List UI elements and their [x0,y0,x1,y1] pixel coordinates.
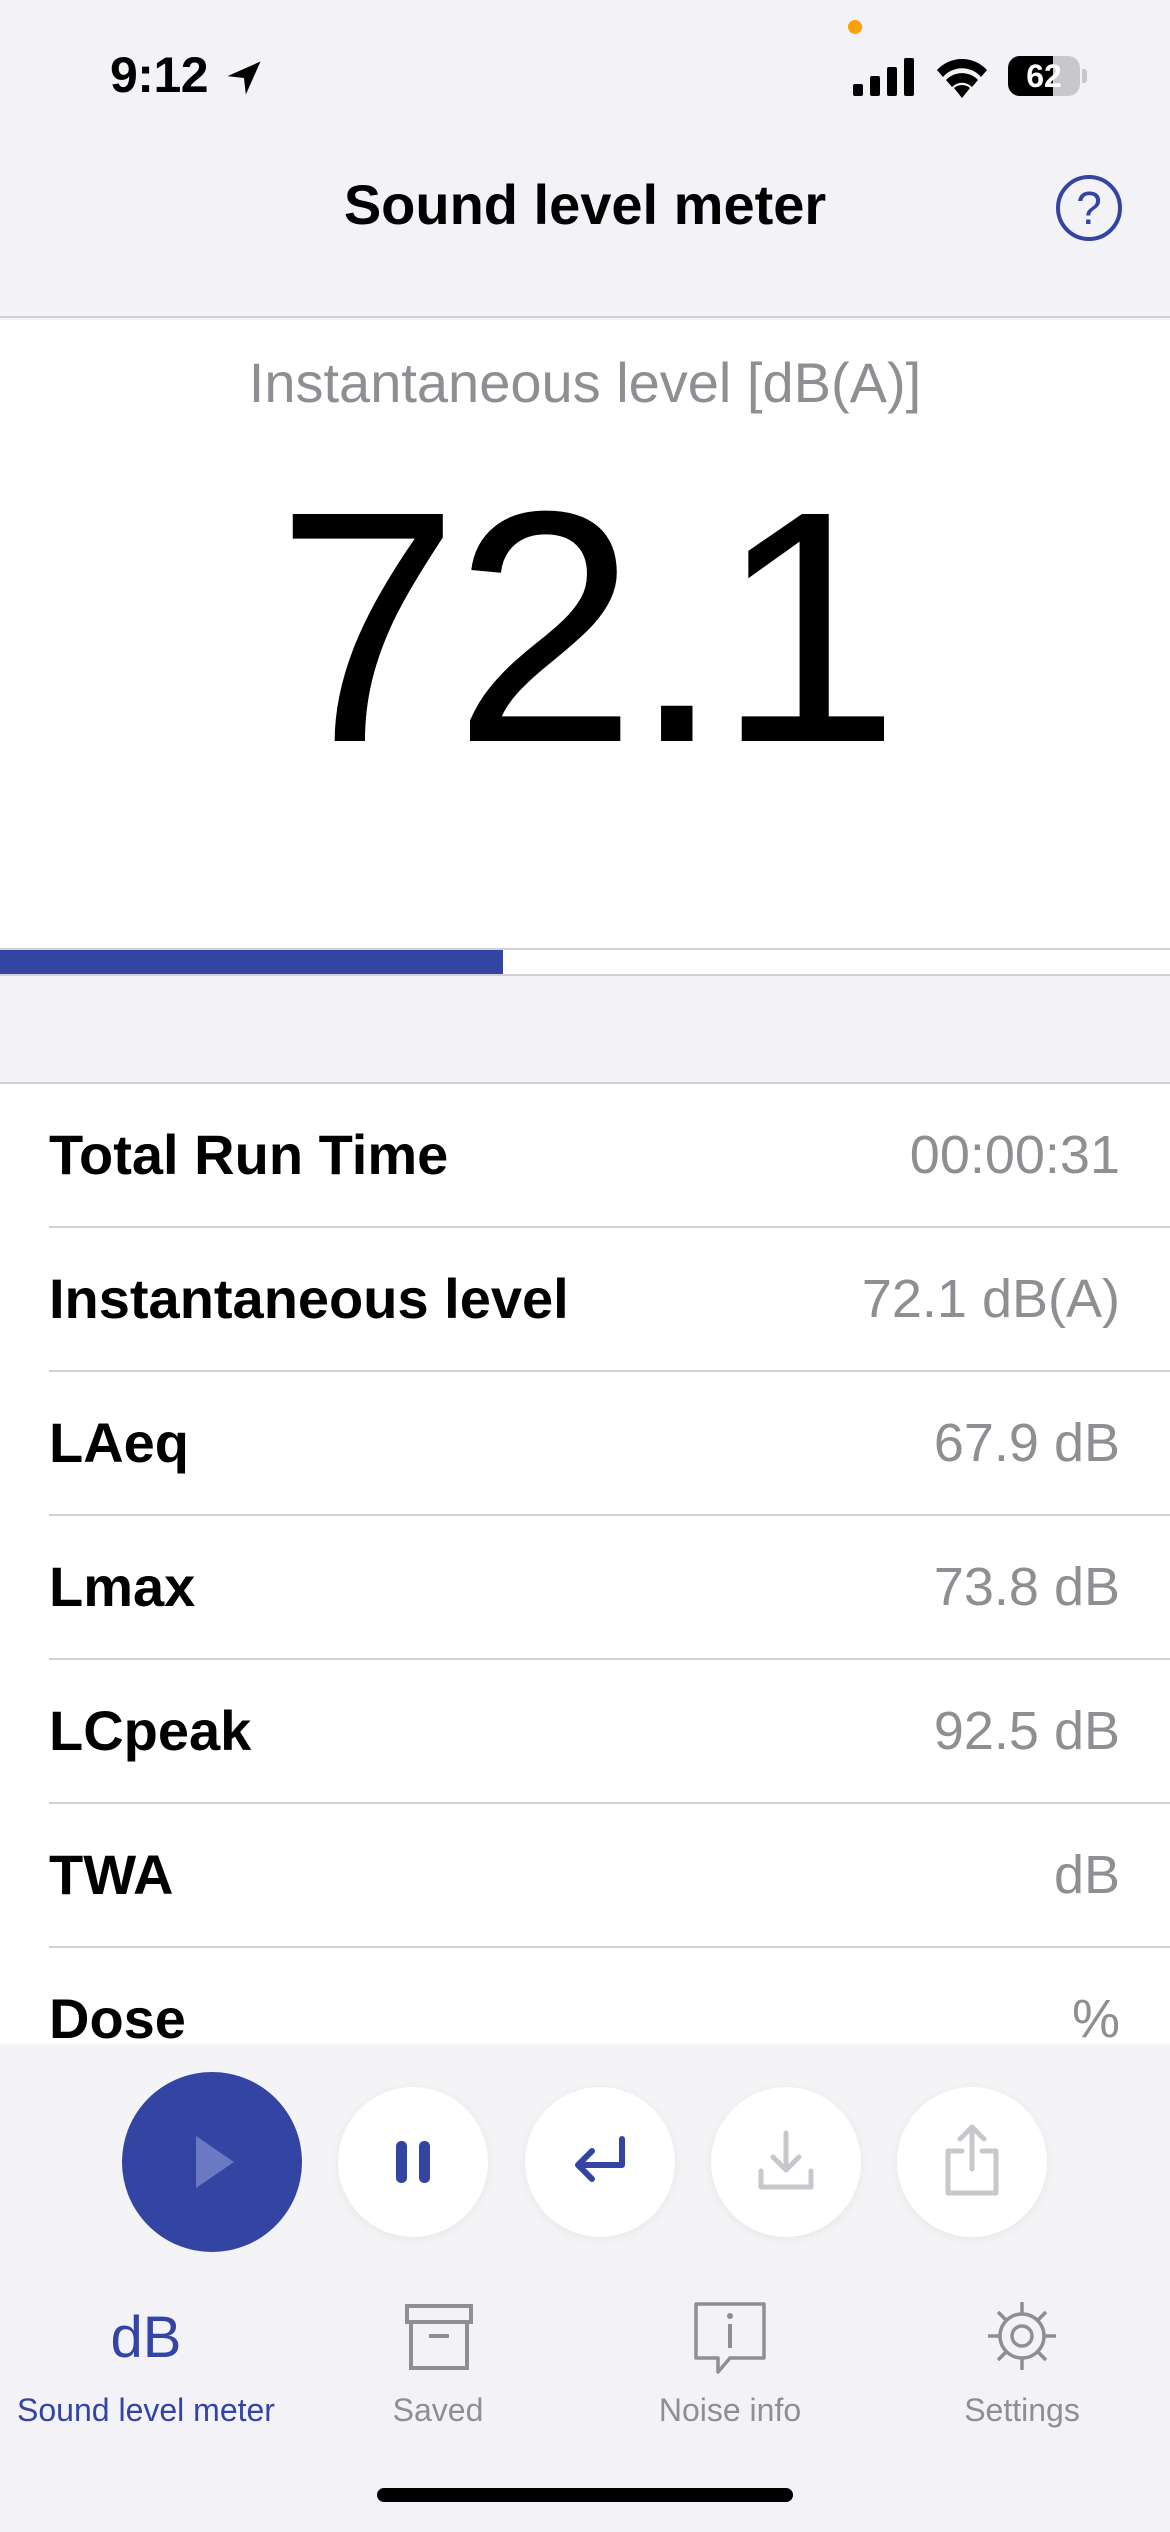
pause-icon [396,2141,430,2183]
download-icon [758,2130,814,2190]
gear-icon [988,2302,1056,2370]
metric-label: Total Run Time [49,1123,449,1186]
tab-label: Saved [392,2392,484,2428]
metric-value: 92.5 dB [933,1701,1120,1761]
metric-label: LAeq [49,1411,189,1474]
navigation-bar: Sound level meter ? [0,150,1170,318]
metric-value: 00:00:31 [909,1125,1120,1185]
metric-row-lmax: Lmax 73.8 dB [49,1516,1170,1660]
level-bar [0,948,1170,976]
share-button[interactable] [897,2087,1047,2237]
metric-row-lcpeak: LCpeak 92.5 dB [49,1660,1170,1804]
tab-label: Noise info [658,2392,802,2428]
db-text-icon: dB [110,2305,182,2370]
meter-card: Instantaneous level [dB(A)] 72.1 [0,320,1170,976]
meter-value: 72.1 [275,442,900,811]
microphone-indicator-dot [848,20,862,34]
help-button[interactable]: ? [1056,175,1122,241]
page-title: Sound level meter [343,173,827,236]
metric-row-twa: TWA dB [49,1804,1170,1948]
archive-box-icon [405,2304,473,2370]
battery-percentage: 62 [1026,58,1062,94]
tab-noise-info[interactable]: Noise info [584,2284,876,2434]
play-button[interactable] [122,2072,302,2252]
metric-value: 73.8 dB [933,1557,1120,1617]
reset-button[interactable] [525,2087,675,2237]
wifi-icon [937,59,987,98]
tab-sound-level-meter[interactable]: dB Sound level meter [0,2284,292,2434]
share-icon [945,2124,999,2196]
metric-value: dB [1053,1845,1120,1905]
level-bar-fill [0,950,504,974]
control-bar [0,2044,1170,2284]
metric-label: Instantaneous level [49,1267,569,1330]
home-indicator[interactable] [377,2488,793,2502]
metric-value: 67.9 dB [933,1413,1120,1473]
metric-label: LCpeak [49,1699,252,1762]
question-circle-icon: ? [1076,182,1102,234]
info-bubble-icon [694,2302,766,2374]
battery-icon: 62 [1008,56,1087,96]
tab-settings[interactable]: Settings [876,2284,1168,2434]
metric-row-total-run-time: Total Run Time 00:00:31 [49,1084,1170,1228]
metrics-list[interactable]: Total Run Time 00:00:31 Instantaneous le… [0,1082,1170,2044]
meter-label: Instantaneous level [dB(A)] [248,351,922,414]
pause-button[interactable] [338,2087,488,2237]
metric-value: 72.1 dB(A) [861,1269,1120,1329]
save-button[interactable] [711,2087,861,2237]
metric-label: TWA [49,1843,174,1906]
metric-row-dose: Dose % [49,1948,1170,2044]
play-icon [196,2136,234,2188]
metric-row-laeq: LAeq 67.9 dB [49,1372,1170,1516]
tab-label: Settings [964,2392,1080,2428]
signal-icon [853,58,914,96]
return-arrow-icon [575,2136,625,2182]
status-time: 9:12 [110,47,209,103]
tab-saved[interactable]: Saved [292,2284,584,2434]
status-bar: 9:12 62 [0,0,1170,150]
metric-value: % [1071,1989,1120,2044]
metric-row-instantaneous-level: Instantaneous level 72.1 dB(A) [49,1228,1170,1372]
tab-label: Sound level meter [17,2392,275,2428]
metric-label: Lmax [49,1555,196,1618]
metric-label: Dose [49,1987,186,2044]
location-arrow-icon [227,61,261,95]
